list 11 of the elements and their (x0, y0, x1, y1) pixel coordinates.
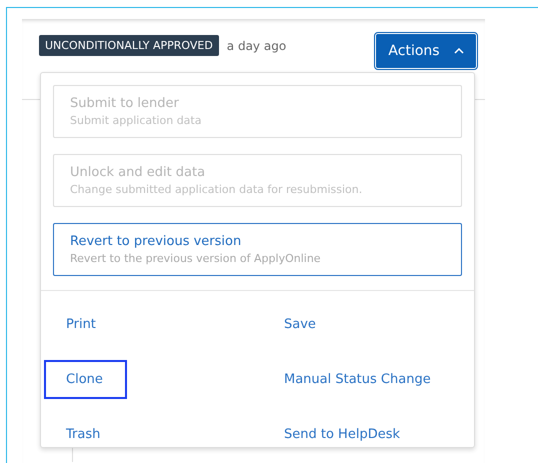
timestamp: a day ago (226, 38, 286, 53)
menu-link[interactable]: Manual Status Change (262, 360, 455, 399)
actions-button[interactable]: Actions (376, 34, 476, 68)
menu-link[interactable]: Save (262, 305, 340, 344)
caret-icon (454, 48, 464, 54)
menu-link[interactable]: Clone (44, 360, 127, 399)
status-badge: UNCONDITIONALLY APPROVED (39, 35, 219, 56)
menu-link[interactable]: Print (44, 305, 120, 344)
menu-link[interactable]: Trash (44, 415, 124, 454)
menu-link[interactable]: Send to HelpDesk (262, 415, 424, 454)
action-card[interactable]: Revert to previous version Revert to the previous version of ApplyOnline (53, 223, 462, 276)
